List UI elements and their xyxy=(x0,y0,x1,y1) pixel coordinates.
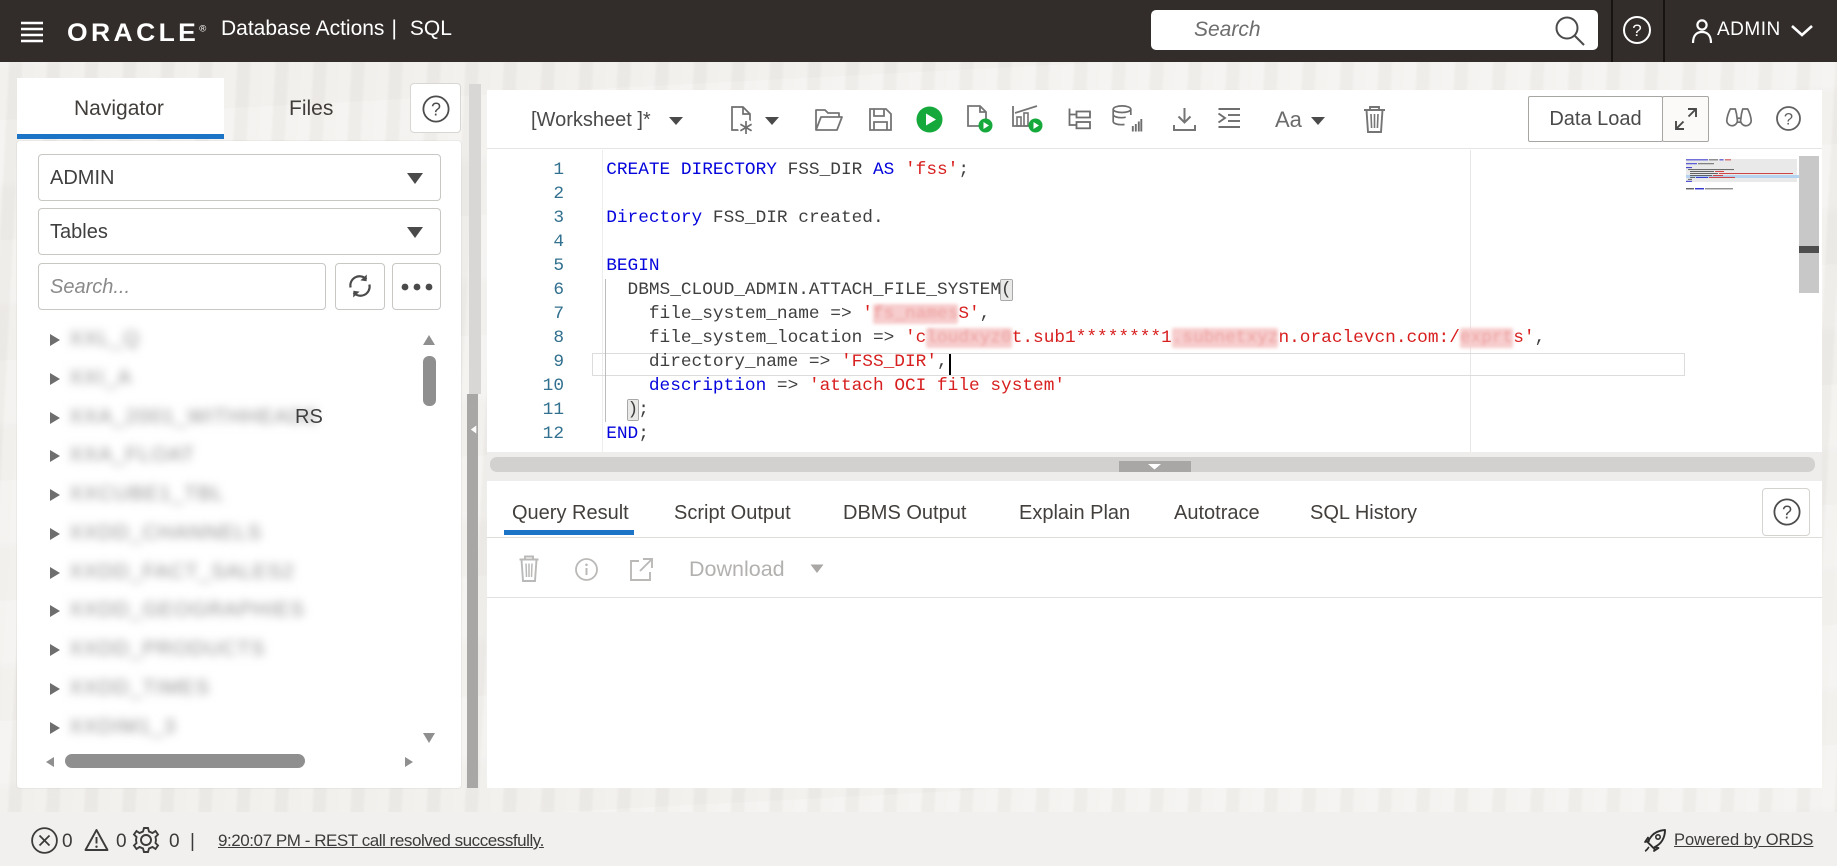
svg-text:?: ? xyxy=(431,100,441,120)
svg-text:?: ? xyxy=(1783,111,1792,129)
svg-text:?: ? xyxy=(1782,503,1792,523)
svg-text:?: ? xyxy=(1632,21,1641,40)
